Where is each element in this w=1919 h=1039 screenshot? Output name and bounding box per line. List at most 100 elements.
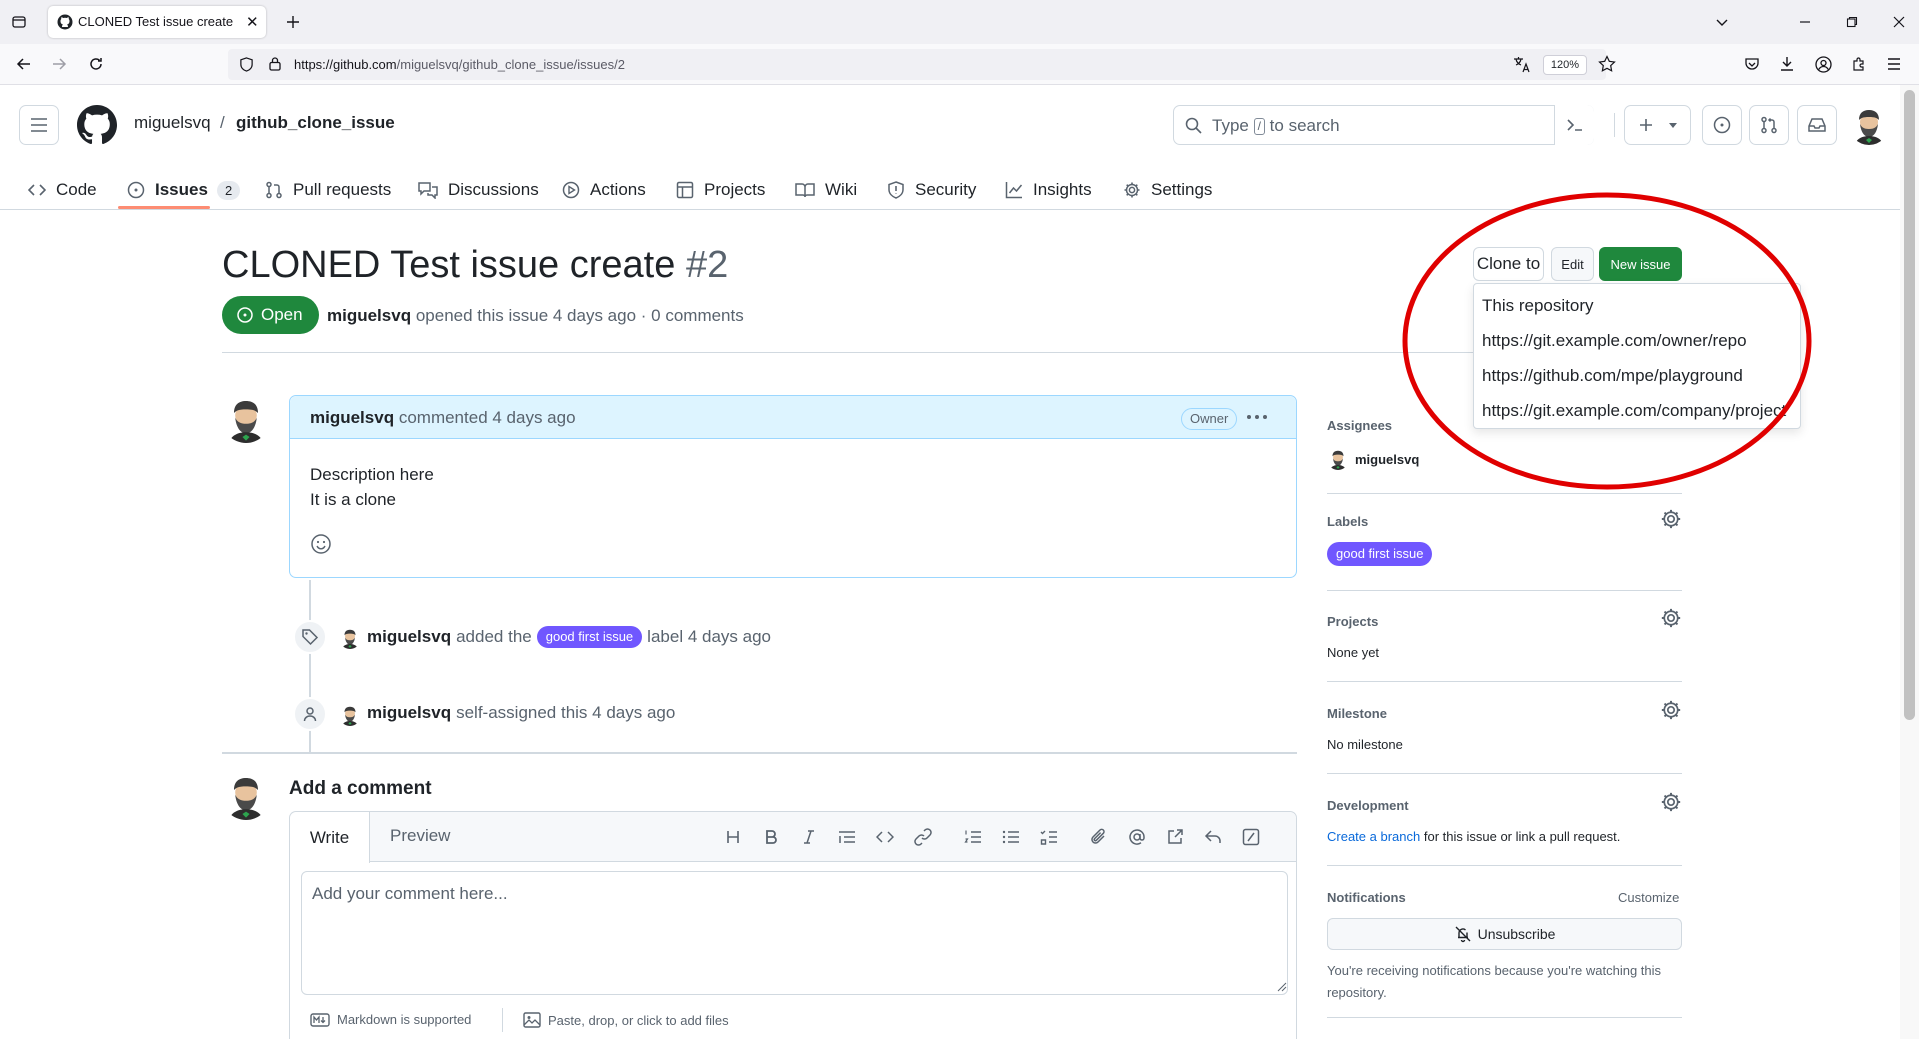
comment-textarea[interactable]: Add your comment here... <box>301 871 1288 995</box>
timeline-actor-link[interactable]: miguelsvq <box>367 627 451 647</box>
milestone-value: No milestone <box>1327 737 1403 752</box>
github-logo-icon[interactable] <box>77 105 117 145</box>
numbered-list-icon[interactable] <box>960 824 986 850</box>
owner-link[interactable]: miguelsvq <box>134 113 211 133</box>
development-gear-icon[interactable] <box>1660 791 1682 813</box>
browser-tab-title: CLONED Test issue create · Issue <box>78 14 238 29</box>
downloads-icon[interactable] <box>1772 49 1802 79</box>
unordered-list-icon[interactable] <box>998 824 1024 850</box>
create-branch-link[interactable]: Create a branch <box>1327 829 1420 844</box>
task-list-icon[interactable] <box>1036 824 1062 850</box>
tab-list-icon[interactable] <box>4 7 34 37</box>
label-pill[interactable]: good first issue <box>536 626 643 648</box>
tab-pull-requests[interactable]: Pull requests <box>265 170 391 210</box>
translate-icon[interactable] <box>1513 56 1531 73</box>
back-icon[interactable] <box>9 49 39 79</box>
tab-code[interactable]: Code <box>28 170 97 210</box>
comment-author-link[interactable]: miguelsvq <box>310 408 394 427</box>
restore-icon[interactable] <box>1837 7 1867 37</box>
browser-tab-active[interactable]: CLONED Test issue create · Issue ✕ <box>48 6 266 38</box>
italic-icon[interactable] <box>796 824 822 850</box>
pull-requests-shortcut-button[interactable] <box>1749 105 1789 145</box>
forward-icon[interactable] <box>44 49 74 79</box>
comment-author-avatar[interactable] <box>222 395 270 443</box>
tab-wiki-label: Wiki <box>825 180 858 199</box>
tab-security[interactable]: Security <box>887 170 976 210</box>
sidebar-assignees-title[interactable]: Assignees <box>1327 418 1392 433</box>
add-reaction-icon[interactable] <box>310 533 332 555</box>
search-input[interactable]: Type / to search <box>1173 105 1594 145</box>
account-icon[interactable] <box>1808 49 1838 79</box>
timeline-actor-link[interactable]: miguelsvq <box>367 703 451 723</box>
mention-icon[interactable] <box>1124 824 1150 850</box>
milestone-gear-icon[interactable] <box>1660 699 1682 721</box>
tab-projects[interactable]: Projects <box>676 170 765 210</box>
url-text[interactable]: https://github.com/miguelsvq/github_clon… <box>294 57 625 72</box>
create-new-button[interactable] <box>1624 105 1691 145</box>
composer-avatar[interactable] <box>222 772 270 820</box>
issues-shortcut-button[interactable] <box>1702 105 1742 145</box>
close-window-icon[interactable] <box>1884 7 1914 37</box>
link-icon[interactable] <box>910 824 936 850</box>
timeline-avatar[interactable] <box>339 704 361 726</box>
tab-security-label: Security <box>915 180 977 199</box>
cross-reference-icon[interactable] <box>1162 824 1188 850</box>
resize-handle-icon[interactable] <box>1275 980 1287 992</box>
customize-link[interactable]: Customize <box>1618 890 1679 905</box>
minimize-icon[interactable] <box>1790 7 1820 37</box>
shield-icon[interactable] <box>239 57 254 72</box>
tab-actions[interactable]: Actions <box>562 170 646 210</box>
tab-settings[interactable]: Settings <box>1123 170 1212 210</box>
sidebar-development-title[interactable]: Development <box>1327 798 1409 813</box>
attach-icon[interactable] <box>1086 824 1112 850</box>
close-tab-icon[interactable]: ✕ <box>246 13 259 31</box>
sidebar-label-pill[interactable]: good first issue <box>1327 542 1433 566</box>
pocket-icon[interactable] <box>1737 49 1767 79</box>
markdown-note[interactable]: Markdown is supported <box>310 1012 471 1027</box>
assignee-avatar[interactable] <box>1327 448 1349 470</box>
sidebar-milestone-title[interactable]: Milestone <box>1327 706 1387 721</box>
new-tab-icon[interactable] <box>278 7 308 37</box>
bold-icon[interactable] <box>758 824 784 850</box>
zoom-level[interactable]: 120% <box>1543 55 1587 75</box>
code-icon[interactable] <box>872 824 898 850</box>
command-palette-button[interactable] <box>1554 105 1594 145</box>
add-files-note[interactable]: Paste, drop, or click to add files <box>523 1012 729 1028</box>
sidebar-labels-title[interactable]: Labels <box>1327 514 1368 529</box>
lock-icon[interactable] <box>268 56 282 71</box>
issue-author-link[interactable]: miguelsvq <box>327 306 411 325</box>
inbox-button[interactable] <box>1797 105 1837 145</box>
chevron-down-icon[interactable] <box>1707 7 1737 37</box>
issue-opened-icon <box>1713 116 1731 134</box>
bookmark-star-icon[interactable] <box>1598 55 1616 73</box>
extensions-icon[interactable] <box>1844 49 1874 79</box>
comment-time[interactable]: commented 4 days ago <box>399 408 576 427</box>
address-bar[interactable]: https://github.com/miguelsvq/github_clon… <box>228 49 1616 80</box>
write-tab[interactable]: Write <box>290 812 370 863</box>
timeline-avatar[interactable] <box>339 627 361 649</box>
comment-options-icon[interactable] <box>1244 406 1270 428</box>
user-avatar[interactable] <box>1849 105 1889 145</box>
labels-gear-icon[interactable] <box>1660 508 1682 530</box>
sidebar-divider <box>1327 1017 1682 1018</box>
comment-editor: Write Preview Add your comment here... M… <box>289 811 1297 1039</box>
app-menu-icon[interactable] <box>1879 49 1909 79</box>
preview-tab[interactable]: Preview <box>390 826 450 846</box>
quote-icon[interactable] <box>834 824 860 850</box>
repo-link[interactable]: github_clone_issue <box>236 113 395 133</box>
tab-issues[interactable]: Issues 2 <box>127 170 241 210</box>
unsubscribe-button[interactable]: Unsubscribe <box>1327 918 1682 950</box>
hamburger-menu-button[interactable] <box>19 105 59 145</box>
tab-wiki[interactable]: Wiki <box>795 170 857 210</box>
heading-icon[interactable] <box>720 824 746 850</box>
slash-command-icon[interactable] <box>1238 824 1264 850</box>
tab-discussions[interactable]: Discussions <box>418 170 539 210</box>
sidebar-projects-title[interactable]: Projects <box>1327 614 1378 629</box>
page-scrollbar-thumb[interactable] <box>1904 90 1915 720</box>
reply-icon[interactable] <box>1200 824 1226 850</box>
comment-header: miguelsvq commented 4 days ago Owner <box>290 396 1296 439</box>
projects-gear-icon[interactable] <box>1660 607 1682 629</box>
reload-icon[interactable] <box>81 49 111 79</box>
sidebar-divider <box>1327 590 1682 591</box>
tab-insights[interactable]: Insights <box>1005 170 1092 210</box>
